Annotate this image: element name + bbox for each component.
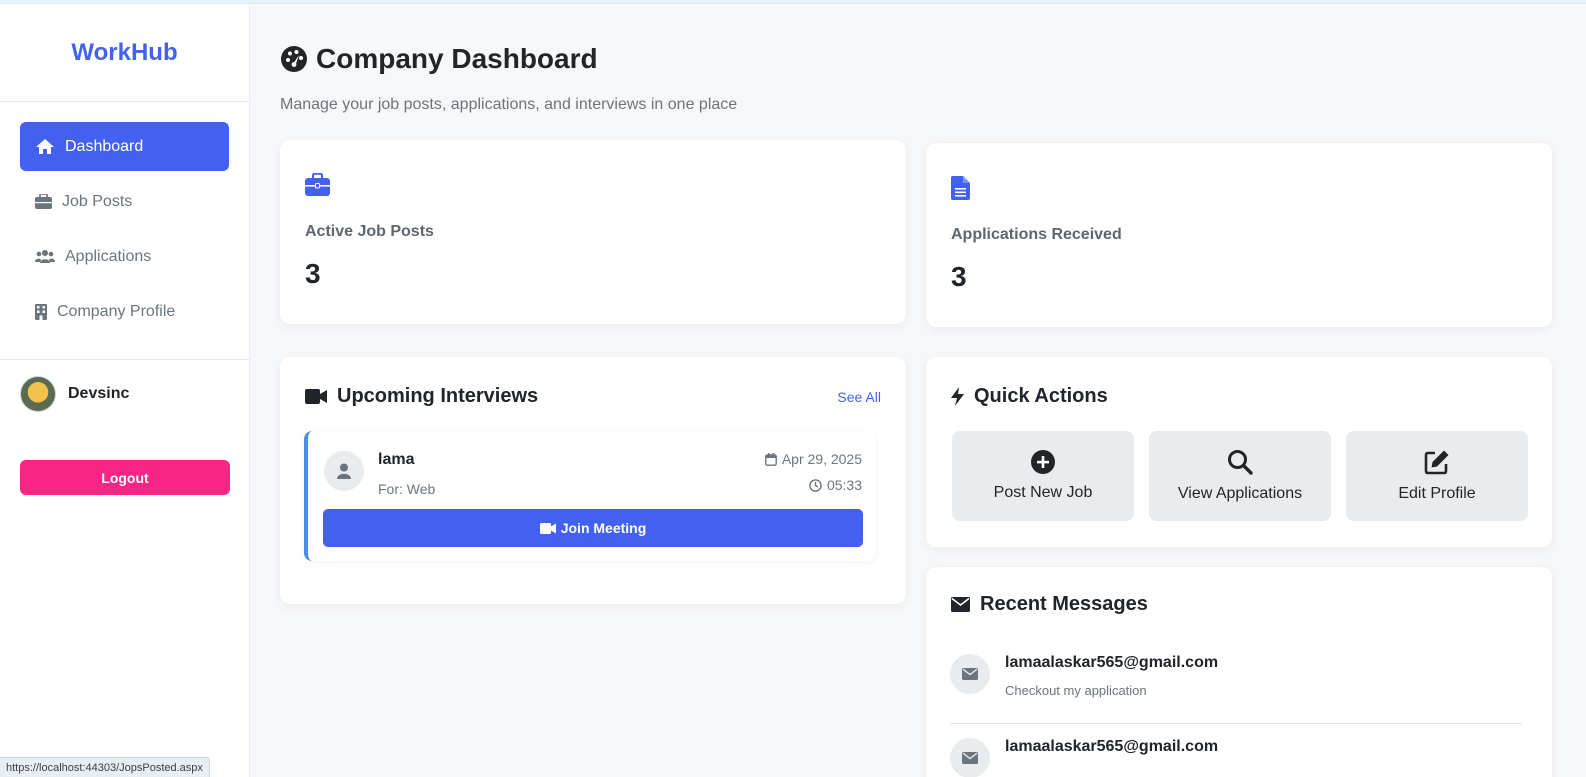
- envelope-icon: [962, 668, 978, 680]
- card-title: Recent Messages: [951, 593, 1148, 616]
- video-camera-icon: [305, 389, 327, 404]
- recent-messages-card: Recent Messages lamaalaskar565@gmail.com…: [926, 567, 1552, 777]
- post-new-job-button[interactable]: Post New Job: [952, 431, 1134, 521]
- message-sender: lamaalaskar565@gmail.com: [1005, 738, 1219, 755]
- file-icon: [951, 176, 970, 200]
- quick-action-label: Edit Profile: [1398, 485, 1476, 502]
- envelope-icon: [951, 597, 970, 612]
- sidebar-item-job-posts[interactable]: Job Posts: [20, 177, 229, 226]
- join-meeting-label: Join Meeting: [560, 520, 647, 536]
- interview-date-text: Apr 29, 2025: [781, 451, 862, 467]
- edit-icon: [1424, 450, 1449, 475]
- message-sender: lamaalaskar565@gmail.com: [1005, 654, 1219, 671]
- card-title-text: Quick Actions: [974, 385, 1108, 407]
- quick-actions-card: Quick Actions Post New Job View Applicat…: [926, 357, 1552, 547]
- bolt-icon: [951, 387, 964, 406]
- interview-position: For: Web: [378, 481, 436, 497]
- card-title-text: Recent Messages: [980, 593, 1148, 615]
- interview-date: Apr 29, 2025: [764, 451, 862, 467]
- quick-action-label: View Applications: [1177, 485, 1303, 502]
- join-meeting-button[interactable]: Join Meeting: [323, 509, 863, 547]
- sidebar-item-label: Dashboard: [65, 137, 144, 155]
- page-title: Company Dashboard: [280, 42, 1556, 76]
- upcoming-interviews-card: Upcoming Interviews See All lama For: We…: [280, 357, 906, 604]
- see-all-link[interactable]: See All: [837, 389, 881, 405]
- avatar[interactable]: [20, 376, 56, 412]
- stat-value: 3: [305, 258, 321, 289]
- interview-candidate-name: lama: [378, 451, 415, 468]
- interview-time: 05:33: [809, 477, 862, 493]
- stat-label: Applications Received: [951, 226, 1122, 243]
- users-icon: [35, 250, 55, 263]
- avatar: [950, 738, 990, 777]
- card-title-text: Upcoming Interviews: [337, 385, 539, 407]
- main-content: Company Dashboard Manage your job posts,…: [280, 4, 1556, 114]
- stat-card-applications: Applications Received 3: [926, 143, 1552, 327]
- sidebar: WorkHub Dashboard Job Posts Applications…: [0, 4, 250, 777]
- message-item[interactable]: lamaalaskar565@gmail.com Checkout my app…: [950, 654, 1522, 724]
- user-profile[interactable]: Devsinc: [0, 360, 249, 428]
- interview-time-text: 05:33: [826, 477, 862, 493]
- briefcase-icon: [305, 173, 330, 196]
- sidebar-item-company-profile[interactable]: Company Profile: [20, 287, 229, 336]
- card-title: Quick Actions: [951, 385, 1108, 408]
- quick-action-label: Post New Job: [993, 484, 1093, 501]
- card-title: Upcoming Interviews: [305, 385, 538, 408]
- brand[interactable]: WorkHub: [0, 4, 249, 102]
- clock-icon: [809, 478, 822, 492]
- user-name: Devsinc: [68, 385, 130, 402]
- user-icon: [337, 463, 351, 479]
- sidebar-item-applications[interactable]: Applications: [20, 232, 229, 281]
- stat-value: 3: [951, 261, 967, 292]
- view-applications-button[interactable]: View Applications: [1149, 431, 1331, 521]
- browser-status-url: https://localhost:44303/JopsPosted.aspx: [0, 757, 210, 777]
- logout-button[interactable]: Logout: [20, 460, 230, 495]
- message-preview: Checkout my application: [1005, 683, 1147, 698]
- sidebar-item-label: Company Profile: [57, 302, 176, 320]
- avatar: [324, 451, 364, 491]
- message-item[interactable]: lamaalaskar565@gmail.com: [950, 738, 1522, 777]
- stat-card-active-jobs: Active Job Posts 3: [280, 140, 906, 324]
- calendar-icon: [764, 452, 777, 466]
- briefcase-icon: [35, 194, 52, 209]
- interview-item: lama For: Web Apr 29, 2025 05:33 Join Me…: [304, 431, 876, 561]
- sidebar-nav: Dashboard Job Posts Applications Company…: [0, 102, 249, 360]
- edit-profile-button[interactable]: Edit Profile: [1346, 431, 1528, 521]
- video-camera-icon: [539, 522, 556, 534]
- stat-label: Active Job Posts: [305, 223, 434, 240]
- building-icon: [35, 303, 47, 320]
- home-icon: [36, 139, 54, 154]
- sidebar-item-label: Job Posts: [62, 192, 133, 210]
- page-subtitle: Manage your job posts, applications, and…: [280, 96, 738, 113]
- dashboard-gauge-icon: [281, 46, 307, 72]
- sidebar-item-label: Applications: [65, 247, 152, 265]
- search-icon: [1228, 450, 1253, 475]
- plus-circle-icon: [1031, 450, 1055, 474]
- avatar: [950, 654, 990, 694]
- brand-logo-text[interactable]: WorkHub: [71, 39, 177, 67]
- page-title-text: Company Dashboard: [316, 43, 598, 74]
- sidebar-item-dashboard[interactable]: Dashboard: [20, 122, 229, 171]
- envelope-icon: [962, 752, 978, 764]
